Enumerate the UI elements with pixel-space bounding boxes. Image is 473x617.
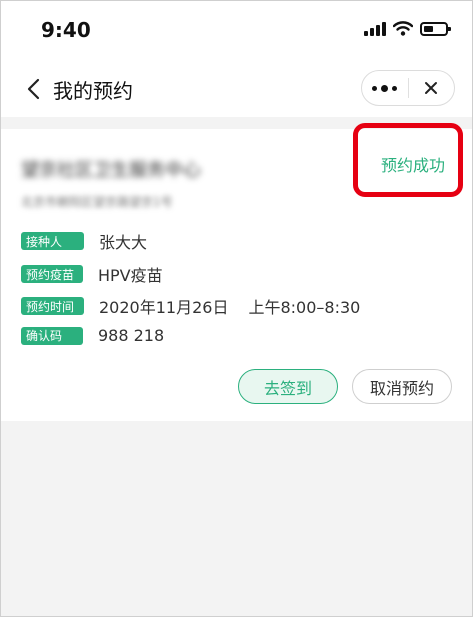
wifi-icon: [393, 21, 413, 36]
person-label: 接种人: [21, 232, 84, 250]
code-value: 988 218: [98, 326, 165, 345]
mini-program-capsule: [361, 70, 455, 106]
page-title: 我的预约: [53, 79, 133, 103]
nav-bar: 我的预约: [1, 61, 472, 117]
org-address: 北京市朝阳区望京路望京1号: [21, 195, 173, 209]
row-vaccine: 预约疫苗 HPV疫苗: [21, 262, 163, 286]
status-icons: [364, 21, 451, 36]
checkin-button[interactable]: 去签到: [238, 369, 338, 404]
row-time: 预约时间 2020年11月26日 上午8:00–8:30: [21, 294, 360, 318]
time-label: 预约时间: [21, 297, 84, 315]
row-code: 确认码 988 218: [21, 326, 164, 345]
chevron-left-icon[interactable]: [23, 77, 45, 101]
appointment-card: 望京社区卫生服务中心 北京市朝阳区望京路望京1号 预约成功 接种人 张大大 预约…: [1, 123, 472, 421]
signal-icon: [364, 21, 386, 36]
row-person: 接种人 张大大: [21, 229, 147, 253]
vaccine-value: HPV疫苗: [98, 266, 163, 285]
vaccine-label: 预约疫苗: [21, 265, 83, 283]
time-value: 上午8:00–8:30: [248, 298, 361, 317]
date-value: 2020年11月26日: [99, 298, 229, 317]
person-value: 张大大: [99, 233, 148, 252]
more-dots-icon[interactable]: [362, 71, 408, 105]
battery-icon: [420, 21, 451, 36]
status-bar: 9:40: [1, 1, 472, 61]
status-time: 9:40: [41, 18, 91, 42]
phone-frame: 9:40 我的预约 望京社区卫生服务中心 北京市朝阳区望京路望京1号 预约成功 …: [0, 0, 473, 617]
org-name: 望京社区卫生服务中心: [21, 160, 201, 181]
cancel-appointment-button[interactable]: 取消预约: [352, 369, 452, 404]
code-label: 确认码: [21, 326, 83, 345]
close-icon[interactable]: [408, 71, 454, 105]
highlight-box: [353, 123, 463, 197]
